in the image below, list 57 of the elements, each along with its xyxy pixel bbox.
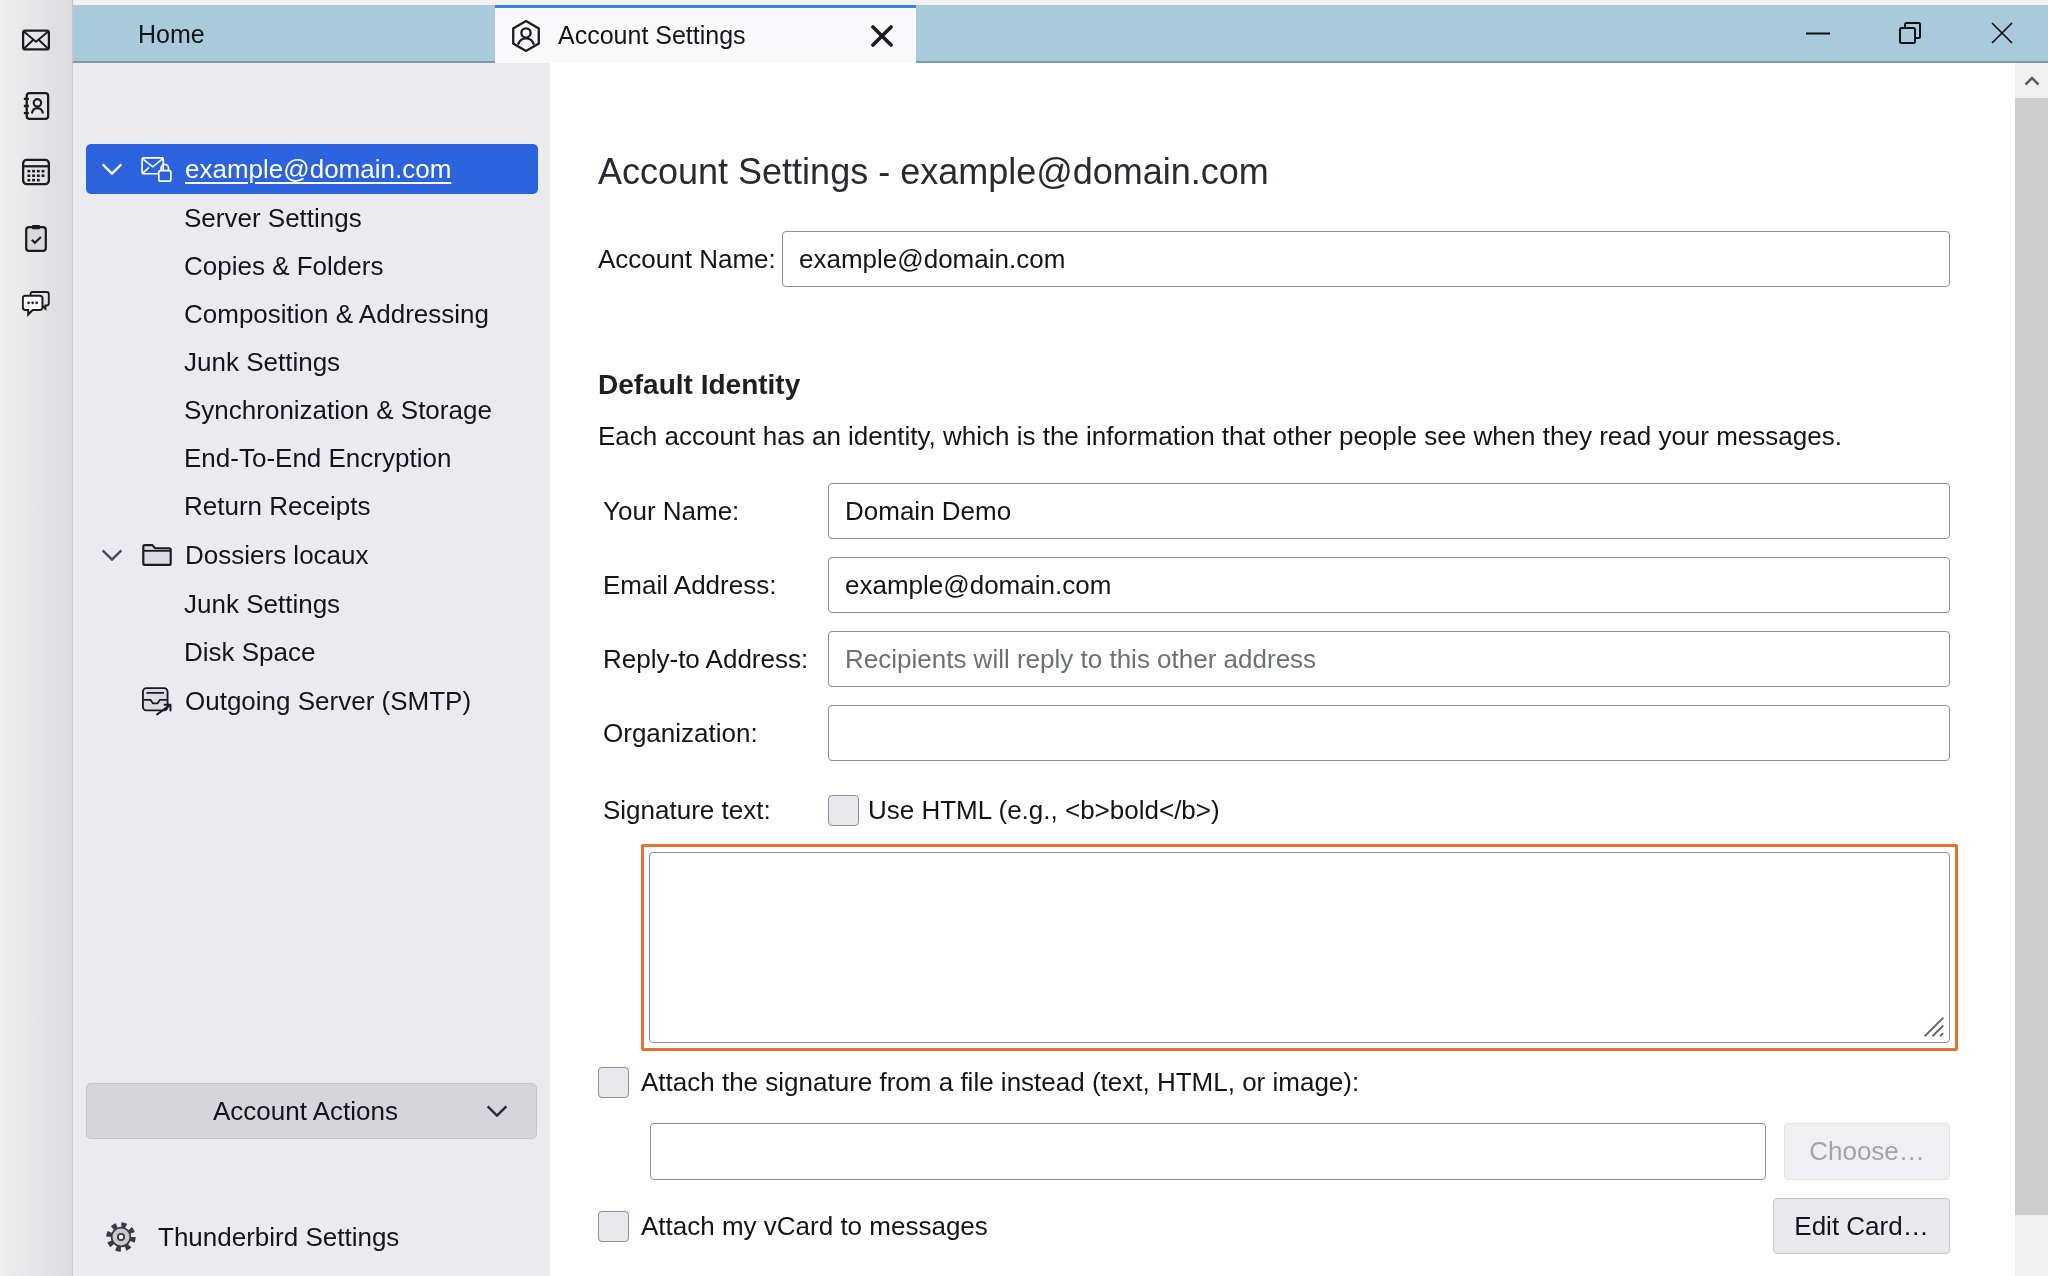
person-hexagon-icon bbox=[511, 19, 541, 52]
field-label: Email Address: bbox=[603, 569, 777, 601]
checkbox[interactable] bbox=[598, 1067, 629, 1098]
file-path-field[interactable] bbox=[650, 1123, 1766, 1180]
checkbox-label: Attach my vCard to messages bbox=[641, 1210, 988, 1242]
account-actions-button[interactable]: Account Actions bbox=[86, 1083, 537, 1139]
checkbox-label: Use HTML (e.g., <b>bold</b>) bbox=[868, 794, 1220, 826]
tree-item[interactable]: Server Settings bbox=[86, 194, 538, 242]
tree-item[interactable]: example@domain.com bbox=[86, 144, 538, 194]
signature-text-area[interactable] bbox=[641, 844, 1958, 1051]
edit-card-button[interactable]: Edit Card… bbox=[1773, 1198, 1950, 1254]
close-icon[interactable] bbox=[1991, 22, 2013, 44]
tree-item[interactable]: Synchronization & Storage bbox=[86, 386, 538, 434]
text-field[interactable]: Domain Demo bbox=[828, 483, 1950, 539]
chat-bubbles-icon[interactable] bbox=[22, 290, 50, 318]
close-icon[interactable] bbox=[871, 24, 893, 47]
tree-item[interactable]: End-To-End Encryption bbox=[86, 434, 538, 482]
restore-icon[interactable] bbox=[1899, 22, 1921, 44]
page-title: Account Settings - example@domain.com bbox=[598, 150, 1269, 194]
text-field[interactable]: Recipients will reply to this other address bbox=[828, 631, 1950, 687]
section-heading: Default Identity bbox=[598, 368, 801, 402]
envelope-lock-icon bbox=[141, 156, 173, 182]
clipboard-check-icon[interactable] bbox=[22, 224, 50, 252]
tab[interactable]: Home bbox=[73, 5, 495, 61]
scrollbar-thumb[interactable] bbox=[2015, 98, 2048, 1215]
tree-item[interactable]: Disk Space bbox=[86, 628, 538, 676]
field-label: Reply-to Address: bbox=[603, 643, 809, 675]
gear-icon bbox=[106, 1222, 136, 1252]
section-description: Each account has an identity, which is the information that other people see when they read your messages. bbox=[598, 420, 1842, 453]
account-name-field[interactable]: example@domain.com bbox=[782, 231, 1950, 287]
text-field[interactable]: example@domain.com bbox=[828, 557, 1950, 613]
resize-grip-icon[interactable] bbox=[1924, 1017, 1944, 1037]
checkbox-label: Attach the signature from a file instead (text, HTML, or image): bbox=[641, 1067, 1360, 1098]
tree-item[interactable]: Return Receipts bbox=[86, 482, 538, 530]
settings-link[interactable]: Thunderbird Settings bbox=[106, 1198, 400, 1276]
tree-item[interactable]: Copies & Folders bbox=[86, 242, 538, 290]
field-label: Account Name: bbox=[598, 243, 776, 275]
tree-item[interactable]: Composition & Addressing bbox=[86, 290, 538, 338]
address-book-icon[interactable] bbox=[22, 92, 50, 120]
checkbox[interactable] bbox=[828, 794, 859, 826]
caret-up-icon[interactable] bbox=[2023, 75, 2040, 86]
tray-arrow-icon bbox=[142, 686, 172, 716]
tree-item[interactable]: Dossiers locaux bbox=[86, 530, 538, 580]
text-field[interactable] bbox=[828, 705, 1950, 761]
tab[interactable]: Account Settings bbox=[495, 5, 916, 63]
field-label: Signature text: bbox=[603, 794, 771, 826]
tree-item[interactable]: Outgoing Server (SMTP) bbox=[86, 676, 538, 726]
tree-item[interactable]: Junk Settings bbox=[86, 338, 538, 386]
chevron-icon bbox=[486, 1105, 508, 1117]
tree-item[interactable]: Junk Settings bbox=[86, 580, 538, 628]
field-label: Organization: bbox=[603, 717, 758, 749]
calendar-icon[interactable] bbox=[22, 158, 50, 186]
chevron-icon[interactable] bbox=[101, 549, 123, 561]
field-label: Your Name: bbox=[603, 495, 740, 527]
folder-icon bbox=[142, 543, 172, 567]
checkbox[interactable] bbox=[598, 1210, 629, 1242]
minimize-icon[interactable] bbox=[1806, 31, 1830, 35]
